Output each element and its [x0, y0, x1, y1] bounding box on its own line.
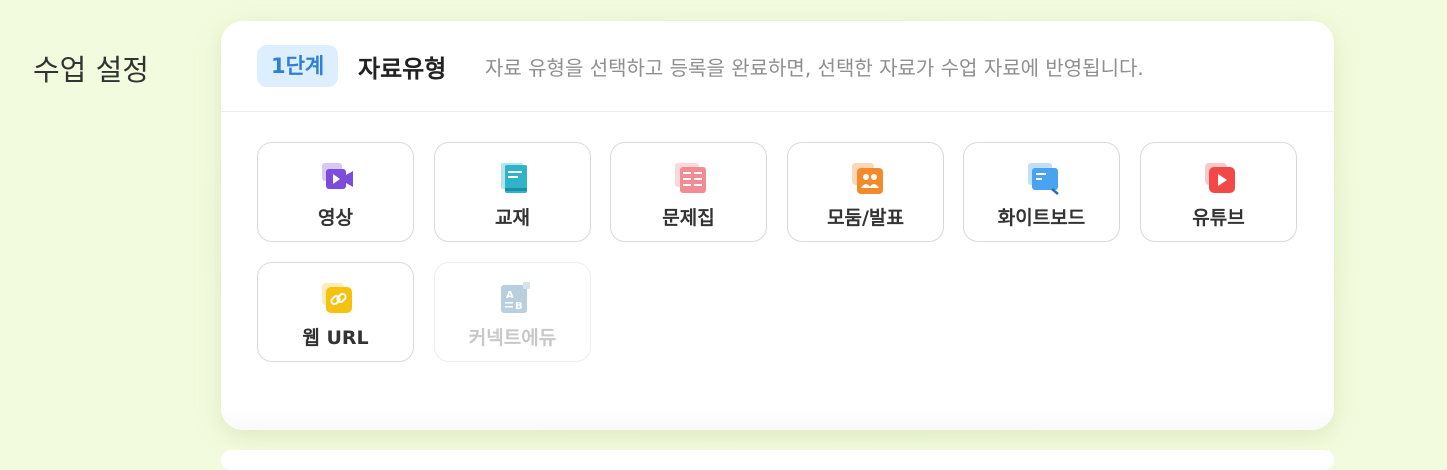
material-type-card: 1단계 자료유형 자료 유형을 선택하고 등록을 완료하면, 선택한 자료가 수…: [221, 21, 1334, 430]
video-icon: [322, 163, 353, 189]
material-label: 모둠/발표: [827, 207, 904, 229]
youtube-icon: [1205, 163, 1235, 193]
material-label: 웹 URL: [302, 327, 369, 349]
material-tile-youtube[interactable]: 유튜브: [1140, 142, 1297, 242]
group-icon: [852, 163, 883, 194]
material-tile-whiteboard[interactable]: 화이트보드: [963, 142, 1120, 242]
workbook-icon: [675, 163, 706, 193]
step-badge: 1단계: [257, 45, 339, 87]
material-tile-workbook[interactable]: 문제집: [610, 142, 767, 242]
material-label: 교재: [495, 207, 530, 229]
material-label: 영상: [318, 207, 353, 229]
step-title: 자료유형: [358, 55, 447, 83]
textbook-icon: [501, 163, 527, 193]
material-tile-connect-edu: A B 커넥트에듀: [434, 262, 591, 362]
material-tile-web-url[interactable]: 웹 URL: [257, 262, 414, 362]
material-label: 커넥트에듀: [468, 327, 557, 349]
next-card-edge: [221, 450, 1334, 470]
card-header: 1단계 자료유형 자료 유형을 선택하고 등록을 완료하면, 선택한 자료가 수…: [221, 21, 1334, 112]
whiteboard-icon: [1028, 163, 1059, 195]
material-tile-video[interactable]: 영상: [257, 142, 414, 242]
section-title: 수업 설정: [33, 53, 149, 87]
svg-text:B: B: [515, 301, 523, 312]
link-icon: [322, 283, 352, 313]
card-footer: [221, 406, 1334, 430]
material-tile-group-presentation[interactable]: 모둠/발표: [787, 142, 944, 242]
material-label: 문제집: [662, 207, 715, 229]
material-label: 화이트보드: [997, 207, 1086, 229]
material-tile-textbook[interactable]: 교재: [434, 142, 591, 242]
connect-edu-icon: A B: [501, 282, 530, 313]
step-description: 자료 유형을 선택하고 등록을 완료하면, 선택한 자료가 수업 자료에 반영됩…: [485, 56, 1144, 80]
svg-text:A: A: [506, 290, 514, 301]
material-label: 유튜브: [1192, 207, 1245, 229]
